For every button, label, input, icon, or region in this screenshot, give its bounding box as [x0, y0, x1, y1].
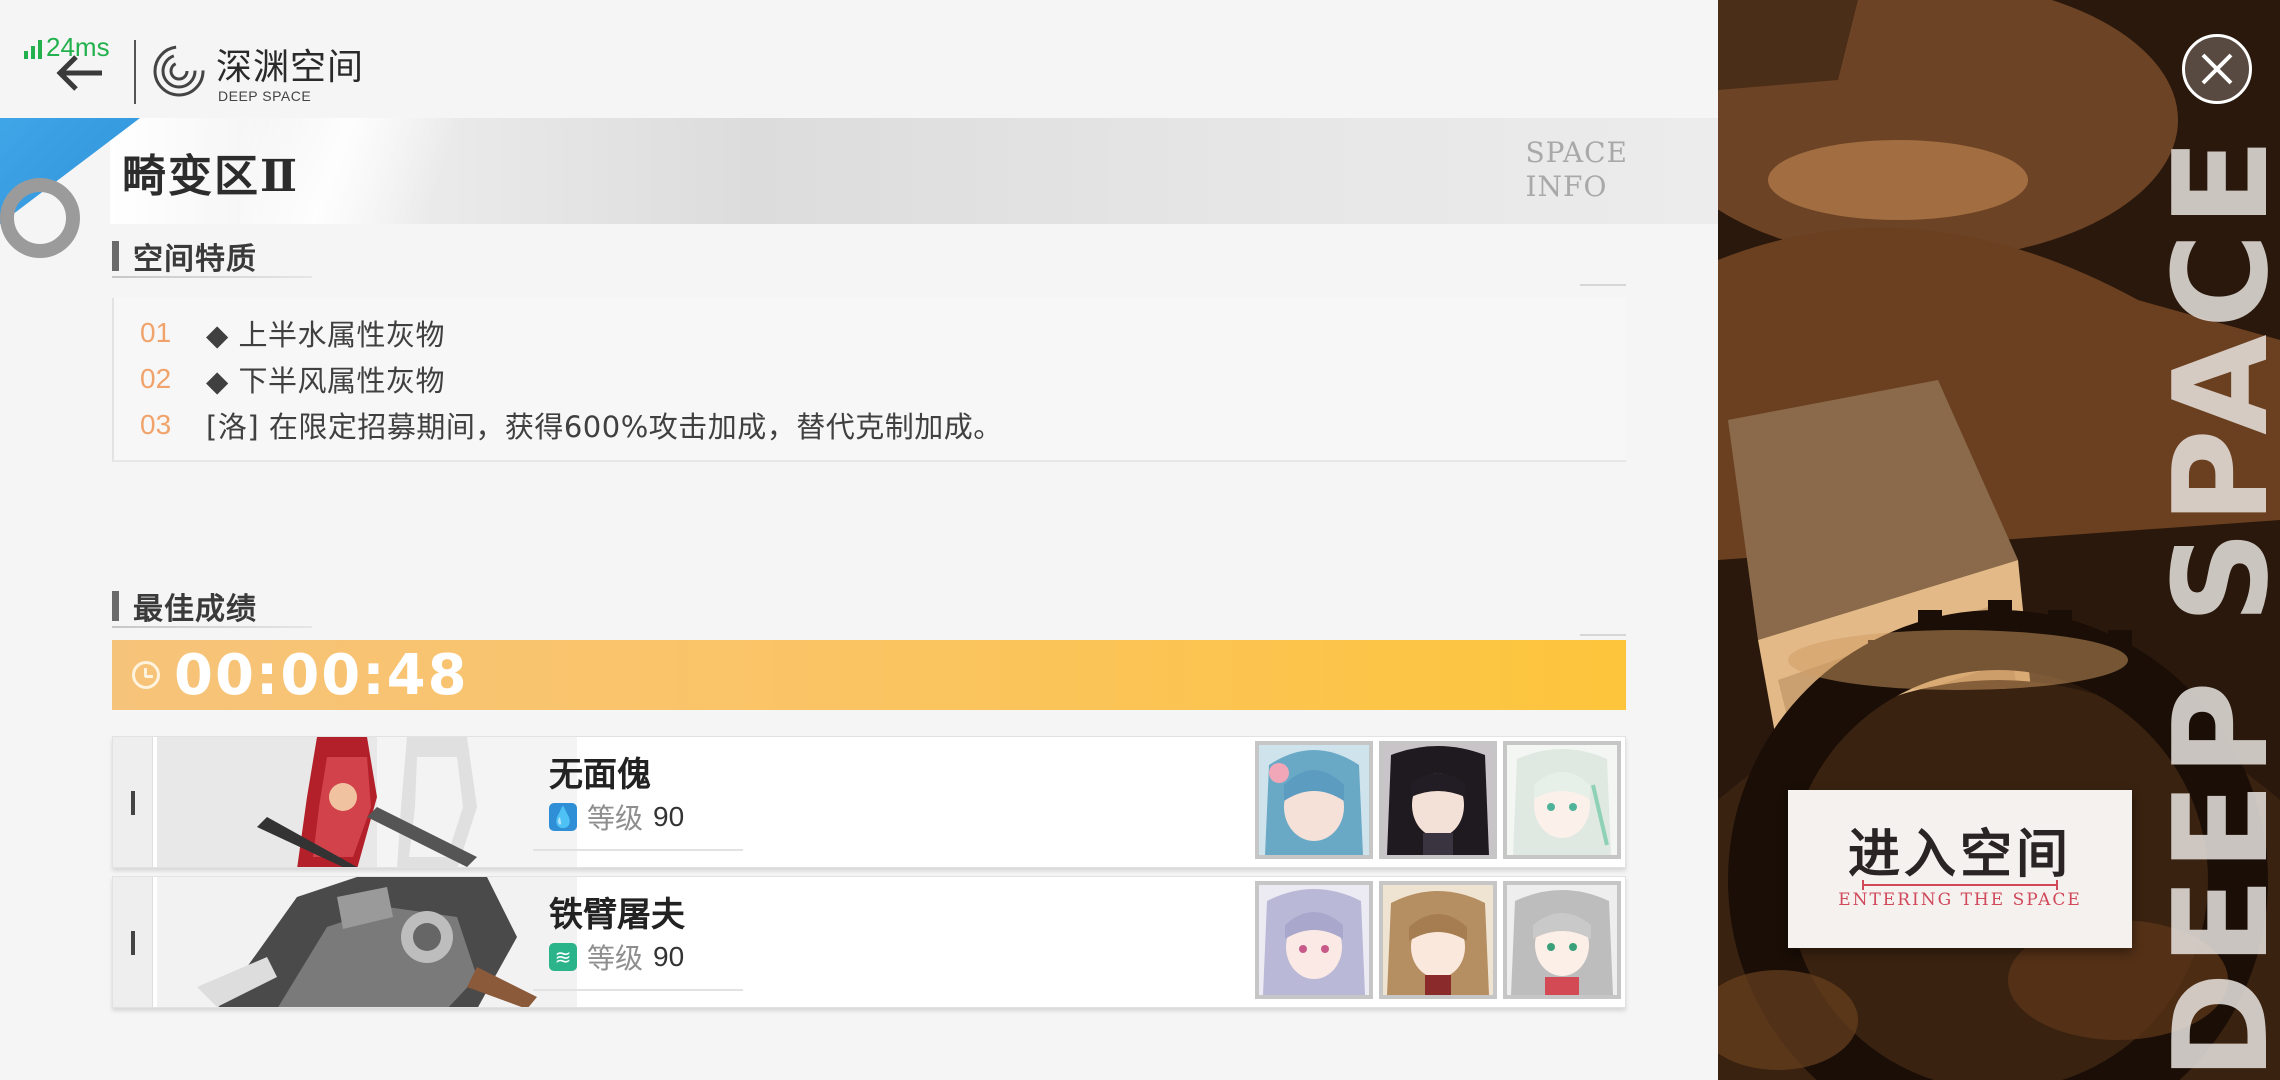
best-time-bar: 00:00:48: [112, 640, 1626, 710]
traits-header: 空间特质: [112, 234, 257, 278]
trait-number: 02: [140, 363, 172, 394]
best-heading: 最佳成绩: [133, 592, 257, 627]
character-portrait[interactable]: [1503, 881, 1621, 999]
enemy-level: ≋ 等级 90: [549, 937, 684, 977]
best-time: 00:00:48: [174, 642, 469, 708]
svg-text:DEEP SPACE: DEEP SPACE: [2156, 132, 2280, 1080]
trait-item: 03 [洛] 在限定招募期间，获得600%攻击加成，替代克制加成。: [114, 402, 1626, 448]
trait-text: ◆ 下半风属性灰物: [206, 364, 446, 398]
ping-indicator: 24ms: [24, 32, 110, 63]
traits-list: 01 ◆ 上半水属性灰物 02 ◆ 下半风属性灰物 03 [洛] 在限定招募期间…: [112, 298, 1626, 462]
page-title: 深渊空间: [216, 47, 365, 88]
character-portrait[interactable]: [1379, 741, 1497, 859]
enemy-row[interactable]: 铁臂屠夫 ≋ 等级 90: [112, 876, 1626, 1008]
character-portrait[interactable]: [1503, 741, 1621, 859]
enemy-art-faceless: [157, 737, 577, 867]
enemy-name: 无面傀: [549, 755, 651, 795]
main-panel: 24ms 深渊空间 DEEP SPACE 畸变区Ⅱ SPACE INFO 空间特…: [0, 0, 1718, 1080]
traits-heading: 空间特质: [133, 242, 257, 277]
deep-space-logo-icon: [153, 45, 205, 97]
scene-art-panel: DEEP SPACE 进入空间 ENTERING THE SPACE: [1718, 0, 2280, 1080]
title-divider: [134, 40, 136, 104]
level-label: 等级: [587, 942, 644, 975]
section-bar: [112, 591, 119, 621]
enter-decoration-line: [1862, 880, 2058, 890]
enemy-underline: [533, 989, 743, 991]
best-tick: [1580, 634, 1626, 636]
level-value: 90: [653, 941, 685, 972]
enter-space-label: 进入空间: [1847, 824, 2072, 885]
signal-icon: [24, 39, 42, 59]
trait-text: [洛] 在限定招募期间，获得600%攻击加成，替代克制加成。: [206, 410, 1003, 444]
zone-title: 畸变区Ⅱ: [122, 151, 300, 202]
row-tab: [113, 737, 153, 867]
enemy-row[interactable]: 无面傀 💧 等级 90: [112, 736, 1626, 868]
page-subtitle: DEEP SPACE: [218, 88, 312, 104]
space-info-line2: INFO: [1525, 170, 1608, 203]
team-portraits: [1255, 881, 1621, 999]
space-info-line1: SPACE: [1525, 136, 1628, 169]
water-element-icon: 💧: [549, 803, 577, 831]
best-header: 最佳成绩: [112, 584, 257, 628]
clock-icon: [132, 661, 160, 689]
enemy-name: 铁臂屠夫: [549, 895, 685, 935]
character-portrait[interactable]: [1255, 741, 1373, 859]
best-underline: [112, 626, 312, 628]
section-bar: [112, 241, 119, 271]
banner-band: [110, 118, 1718, 224]
enter-space-sublabel: ENTERING THE SPACE: [1838, 890, 2082, 910]
side-ring-decoration: [0, 176, 84, 266]
traits-tick: [1580, 284, 1626, 286]
team-portraits: [1255, 741, 1621, 859]
trait-item: 02 ◆ 下半风属性灰物: [114, 356, 1626, 402]
zone-banner: 畸变区Ⅱ SPACE INFO: [0, 118, 1718, 224]
enemy-art-iron-butcher: [157, 877, 577, 1007]
wind-element-icon: ≋: [549, 943, 577, 971]
space-info-label: SPACE INFO: [1525, 136, 1628, 204]
trait-text: ◆ 上半水属性灰物: [206, 318, 446, 352]
trait-number: 03: [140, 409, 172, 440]
close-button[interactable]: [2182, 34, 2252, 104]
enemy-underline: [533, 849, 743, 851]
row-tab: [113, 877, 153, 1007]
character-portrait[interactable]: [1379, 881, 1497, 999]
enter-space-button[interactable]: 进入空间 ENTERING THE SPACE: [1788, 790, 2132, 948]
ping-value: 24ms: [46, 32, 110, 62]
character-portrait[interactable]: [1255, 881, 1373, 999]
trait-item: 01 ◆ 上半水属性灰物: [114, 310, 1626, 356]
trait-number: 01: [140, 317, 172, 348]
level-value: 90: [653, 801, 685, 832]
deep-space-vertical-art-text: DEEP SPACE: [2156, 132, 2280, 1080]
traits-underline: [112, 276, 312, 278]
close-icon: [2201, 53, 2233, 85]
enemy-level: 💧 等级 90: [549, 797, 684, 837]
level-label: 等级: [587, 802, 644, 835]
